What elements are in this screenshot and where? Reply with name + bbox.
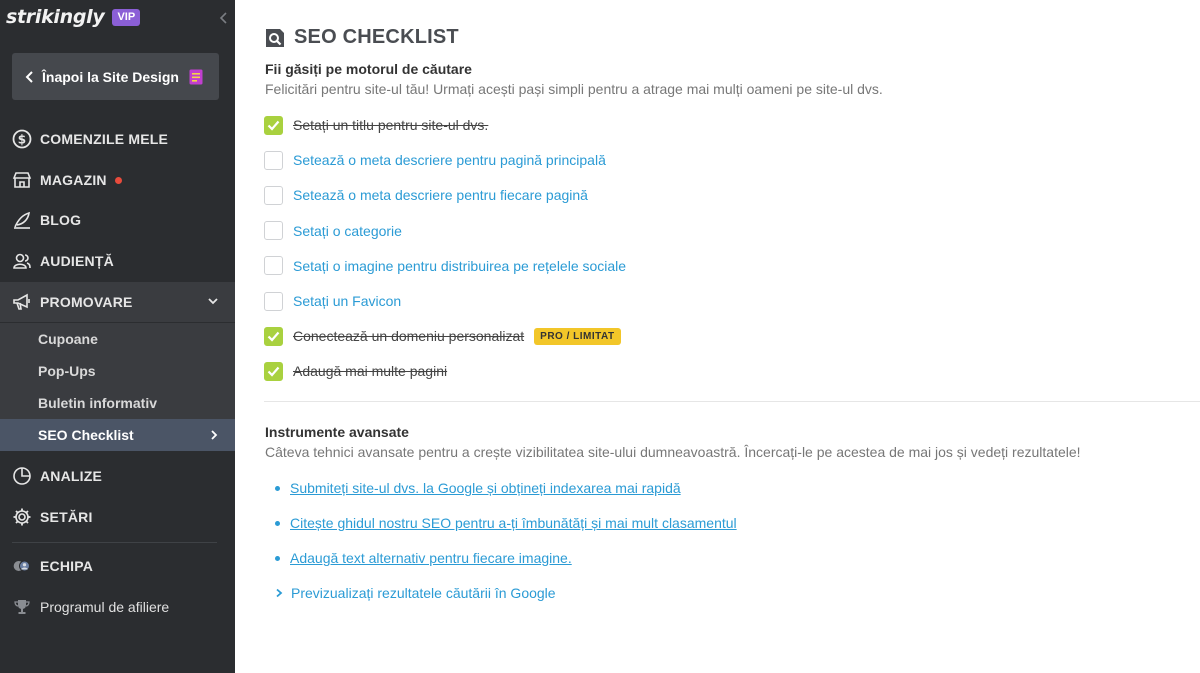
- checklist-item-label[interactable]: Setați o categorie: [293, 223, 402, 239]
- bullet: [275, 520, 280, 526]
- back-button-label: Înapoi la Site Design: [42, 68, 179, 85]
- checklist-item-label: Conectează un domeniu personalizat: [293, 328, 525, 345]
- store-icon: [12, 170, 32, 190]
- sub-item-label: SEO Checklist: [38, 427, 134, 443]
- preview-google-results-toggle[interactable]: Previzualizați rezultatele căutării în G…: [275, 583, 556, 603]
- nav-label: SETĂRI: [40, 509, 93, 525]
- sidebar: strikingly VIP Înapoi la Site Design $ C…: [0, 0, 235, 673]
- sub-item-pop-ups[interactable]: Pop-Ups: [0, 355, 235, 387]
- checklist-item-label: Adaugă mai multe pagini: [293, 363, 448, 380]
- strikingly-logo[interactable]: strikingly: [6, 6, 105, 28]
- advanced-link-item: Citește ghidul nostru SEO pentru a-ți îm…: [275, 513, 737, 533]
- pro-limited-badge: PRO / LIMITAT: [534, 327, 621, 345]
- chevron-down-icon: [208, 298, 218, 305]
- nav-item-promovare[interactable]: PROMOVARE: [0, 282, 235, 322]
- chevron-left-icon: [25, 70, 33, 83]
- main-content: SEO CHECKLIST Fii găsiți pe motorul de c…: [235, 0, 1200, 673]
- sub-item-label: Buletin informativ: [38, 395, 158, 411]
- megaphone-icon: [12, 292, 32, 312]
- vip-badge: VIP: [112, 8, 141, 26]
- bullet: [275, 485, 280, 491]
- checkbox-checked[interactable]: [264, 361, 283, 381]
- pie-chart-icon: [12, 466, 32, 486]
- chevron-right-icon: [276, 588, 283, 598]
- nav-item-setari[interactable]: SETĂRI: [0, 497, 235, 537]
- checklist-item[interactable]: Setează o meta descriere pentru fiecare …: [264, 185, 588, 205]
- sub-item-label: Pop-Ups: [38, 363, 96, 379]
- checklist-item[interactable]: Adaugă mai multe pagini: [264, 361, 447, 381]
- search-section-heading: Fii găsiți pe motorul de căutare: [265, 61, 472, 77]
- nav-label: BLOG: [40, 212, 82, 228]
- nav-label: MAGAZIN: [40, 172, 107, 188]
- checklist-item[interactable]: Setează o meta descriere pentru pagină p…: [264, 150, 606, 170]
- checklist-item-label[interactable]: Setați un Favicon: [293, 293, 401, 309]
- advanced-link-item: Submiteți site-ul dvs. la Google și obți…: [275, 478, 681, 498]
- checklist-item-label[interactable]: Setați o imagine pentru distribuirea pe …: [293, 258, 626, 274]
- dollar-circle-icon: $: [12, 129, 32, 149]
- nav-item-echipa[interactable]: ECHIPA: [0, 546, 235, 586]
- advanced-link[interactable]: Adaugă text alternativ pentru fiecare im…: [290, 550, 572, 566]
- bullet: [275, 555, 280, 561]
- gear-icon: [12, 507, 32, 527]
- checklist-item-label: Setați un titlu pentru site-ul dvs.: [293, 117, 489, 133]
- sub-item-label: Cupoane: [38, 331, 98, 347]
- nav-item-magazin[interactable]: MAGAZIN: [0, 160, 235, 200]
- checkmark-icon: [267, 331, 280, 342]
- checkmark-icon: [267, 366, 280, 377]
- advanced-section-description: Câteva tehnici avansate pentru a crește …: [265, 444, 1081, 460]
- advanced-link-item: Adaugă text alternativ pentru fiecare im…: [275, 548, 572, 568]
- collapse-sidebar-icon[interactable]: [216, 10, 232, 26]
- sidebar-divider: [12, 542, 217, 543]
- checkbox[interactable]: [264, 291, 283, 311]
- quill-icon: [12, 210, 32, 230]
- checklist-item[interactable]: Setați un titlu pentru site-ul dvs.: [264, 115, 488, 135]
- section-divider: [264, 401, 1200, 402]
- nav-label: ECHIPA: [40, 558, 94, 574]
- search-section-description: Felicitări pentru site-ul tău! Urmați ac…: [265, 81, 883, 97]
- nav-label: AUDIENȚĂ: [40, 253, 114, 269]
- notification-dot: [114, 176, 122, 184]
- checklist-item[interactable]: Setați o categorie: [264, 221, 402, 241]
- advanced-section-heading: Instrumente avansate: [265, 424, 409, 440]
- back-to-site-design-button[interactable]: Înapoi la Site Design: [12, 53, 219, 100]
- checklist-item[interactable]: Conectează un domeniu personalizat PRO / …: [264, 326, 621, 346]
- seo-search-icon: [266, 28, 284, 47]
- checkmark-icon: [267, 120, 280, 131]
- checkbox[interactable]: [264, 221, 283, 241]
- users-icon: [12, 251, 32, 271]
- checkbox-checked[interactable]: [264, 115, 283, 135]
- checklist-item-label[interactable]: Setează o meta descriere pentru pagină p…: [293, 152, 606, 168]
- nav-item-comenzile-mele[interactable]: $ COMENZILE MELE: [0, 119, 235, 159]
- svg-text:$: $: [18, 133, 27, 147]
- checklist-item-label[interactable]: Setează o meta descriere pentru fiecare …: [293, 187, 588, 203]
- sub-item-buletin-informativ[interactable]: Buletin informativ: [0, 387, 235, 419]
- nav-label: COMENZILE MELE: [40, 131, 169, 147]
- checkbox[interactable]: [264, 185, 283, 205]
- checklist-item[interactable]: Setați o imagine pentru distribuirea pe …: [264, 256, 626, 276]
- chevron-right-icon: [211, 430, 218, 440]
- checkbox[interactable]: [264, 256, 283, 276]
- page-title: SEO CHECKLIST: [294, 26, 459, 48]
- brand[interactable]: strikingly VIP: [6, 4, 141, 30]
- nav-label: ANALIZE: [40, 468, 103, 484]
- nav-label: PROMOVARE: [40, 294, 133, 310]
- page-header: SEO CHECKLIST: [264, 26, 459, 49]
- advanced-link[interactable]: Submiteți site-ul dvs. la Google și obți…: [290, 480, 681, 496]
- checkbox-checked[interactable]: [264, 326, 283, 346]
- sub-item-cupoane[interactable]: Cupoane: [0, 323, 235, 355]
- checkbox[interactable]: [264, 150, 283, 170]
- checklist-item[interactable]: Setați un Favicon: [264, 291, 401, 311]
- team-avatars-icon: [12, 556, 32, 576]
- nav-item-blog[interactable]: BLOG: [0, 200, 235, 240]
- advanced-link[interactable]: Citește ghidul nostru SEO pentru a-ți îm…: [290, 515, 737, 531]
- sub-item-seo-checklist[interactable]: SEO Checklist: [0, 419, 235, 451]
- design-doc-icon: [189, 69, 203, 84]
- nav-item-audienta[interactable]: AUDIENȚĂ: [0, 241, 235, 281]
- trophy-icon: [12, 597, 32, 617]
- nav-label: Programul de afiliere: [40, 599, 170, 615]
- preview-google-results-label[interactable]: Previzualizați rezultatele căutării în G…: [291, 585, 556, 601]
- nav-item-analize[interactable]: ANALIZE: [0, 456, 235, 496]
- nav-item-afiliere[interactable]: Programul de afiliere: [0, 589, 235, 625]
